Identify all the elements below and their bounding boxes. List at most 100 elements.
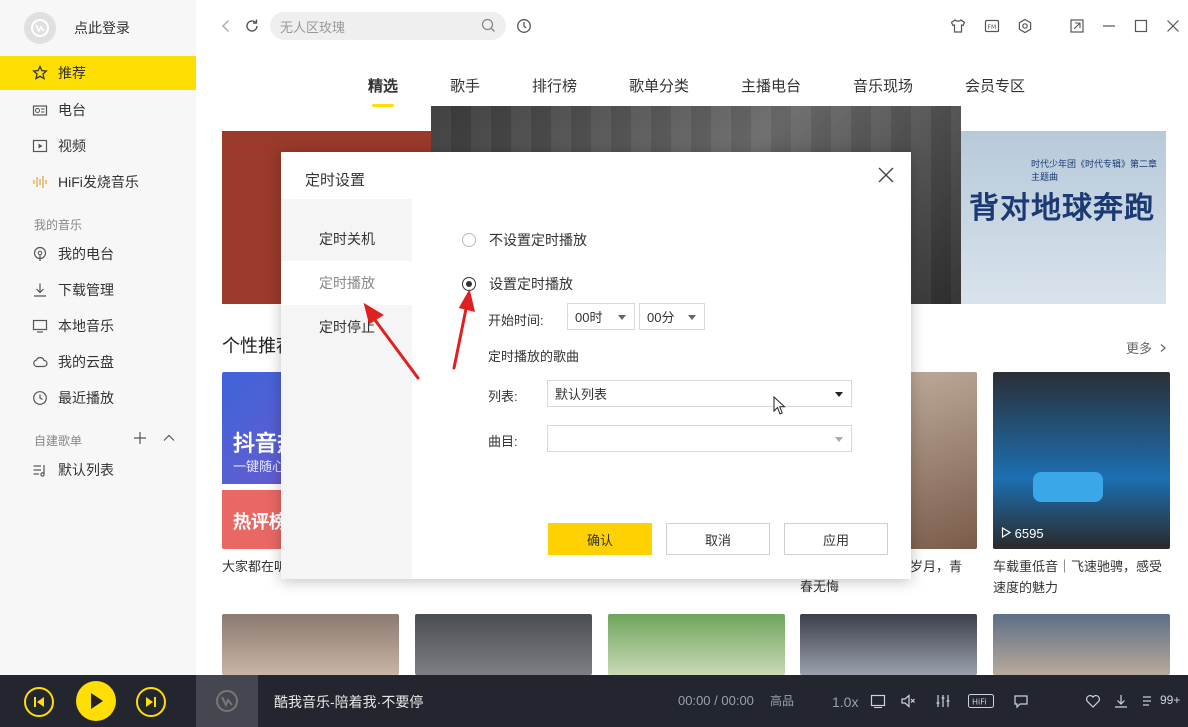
- now-playing-title[interactable]: 酷我音乐-陪着我·不要停: [274, 692, 423, 712]
- settings-icon[interactable]: [1015, 16, 1035, 36]
- hour-select[interactable]: 00时: [567, 303, 635, 330]
- recognize-music-icon[interactable]: [514, 16, 534, 36]
- card-4-caption-1[interactable]: 岁月，青: [910, 556, 962, 577]
- login-link[interactable]: 点此登录: [74, 18, 130, 38]
- equalizer-icon[interactable]: [934, 692, 952, 710]
- refresh-icon[interactable]: [242, 16, 262, 36]
- sidebar-item-label: HiFi发烧音乐: [58, 174, 139, 190]
- sidebar-item-label: 本地音乐: [58, 318, 114, 334]
- collapse-icon[interactable]: [162, 431, 176, 448]
- close-icon[interactable]: [877, 166, 895, 184]
- tab-anchor-radio[interactable]: 主播电台: [741, 75, 801, 96]
- logo-icon: [216, 690, 238, 712]
- side-item-timed-stop[interactable]: 定时停止: [281, 305, 412, 349]
- sidebar-item-local-music[interactable]: 本地音乐: [0, 309, 196, 343]
- quality-selector[interactable]: 高品: [770, 692, 794, 709]
- side-item-timed-play[interactable]: 定时播放: [281, 261, 412, 305]
- album-thumbnail[interactable]: [196, 675, 258, 727]
- sidebar-item-my-radio[interactable]: 我的电台: [0, 237, 196, 271]
- sidebar-item-label: 视频: [58, 138, 86, 154]
- comment-icon[interactable]: [1012, 692, 1030, 710]
- sidebar-item-label: 电台: [58, 102, 86, 118]
- side-item-timed-shutdown[interactable]: 定时关机: [281, 217, 412, 261]
- tab-vip[interactable]: 会员专区: [965, 75, 1025, 96]
- avatar[interactable]: [24, 12, 56, 44]
- chevron-down-icon: [618, 315, 626, 320]
- track-label: 曲目:: [488, 434, 518, 449]
- sidebar-item-downloads[interactable]: 下载管理: [0, 273, 196, 307]
- maximize-icon[interactable]: [1131, 16, 1151, 36]
- card-row2-4[interactable]: [800, 614, 977, 675]
- sidebar-item-recommend[interactable]: 推荐: [0, 56, 196, 90]
- star-icon: [32, 65, 48, 81]
- speed-button[interactable]: 1.0x: [832, 694, 858, 710]
- download-icon[interactable]: [1112, 692, 1130, 710]
- card-row2-5[interactable]: [993, 614, 1170, 675]
- fm-icon[interactable]: FM: [982, 16, 1002, 36]
- tab-live[interactable]: 音乐现场: [853, 75, 913, 96]
- main-tabs: 精选 歌手 排行榜 歌单分类 主播电台 音乐现场 会员专区: [196, 70, 1188, 110]
- card-row2-1[interactable]: [222, 614, 399, 675]
- option-no-timer[interactable]: 不设置定时播放: [462, 230, 587, 250]
- apply-button[interactable]: 应用: [784, 523, 888, 555]
- next-icon: [146, 697, 156, 707]
- card-1-caption[interactable]: 大家都在听: [222, 556, 287, 577]
- search-placeholder: 无人区玫瑰: [280, 19, 346, 35]
- mini-player-icon[interactable]: [869, 692, 887, 710]
- hifi-icon[interactable]: HiFi: [968, 692, 994, 710]
- previous-button[interactable]: [24, 687, 54, 717]
- like-icon[interactable]: [1084, 692, 1102, 710]
- songs-label: 定时播放的歌曲: [488, 349, 580, 364]
- player-bar: 酷我音乐-陪着我·不要停 00:00 / 00:00 高品 1.0x HiFi …: [0, 675, 1188, 727]
- mouse-cursor-icon: [773, 395, 787, 419]
- card-row2-2[interactable]: [415, 614, 592, 675]
- radio-set-timer[interactable]: [462, 277, 476, 291]
- tab-playlist-categories[interactable]: 歌单分类: [629, 75, 689, 96]
- confirm-button[interactable]: 确认: [548, 523, 652, 555]
- previous-icon: [34, 697, 44, 707]
- more-link[interactable]: 更多: [1126, 338, 1168, 357]
- volume-mute-icon[interactable]: [899, 692, 917, 710]
- card-5-caption[interactable]: 车载重低音｜飞速驰骋，感受速度的魅力: [993, 556, 1173, 598]
- play-count: 6595: [1001, 526, 1044, 541]
- sidebar-item-hifi[interactable]: HiFi发烧音乐: [0, 165, 196, 199]
- radio-no-timer[interactable]: [462, 233, 476, 247]
- sidebar-item-label: 我的云盘: [58, 354, 114, 370]
- cloud-icon: [32, 354, 48, 370]
- sidebar-item-recent[interactable]: 最近播放: [0, 381, 196, 415]
- add-playlist-icon[interactable]: [133, 431, 147, 448]
- banner-right[interactable]: 时代少年团《时代专辑》第二章 主题曲 背对地球奔跑: [961, 131, 1166, 304]
- playlist-queue-icon[interactable]: [1140, 692, 1158, 710]
- queue-count: 99+: [1160, 693, 1181, 707]
- chevron-down-icon: [835, 392, 843, 397]
- dialog-title: 定时设置: [305, 172, 366, 189]
- list-select[interactable]: 默认列表: [547, 380, 852, 407]
- close-window-icon[interactable]: [1163, 16, 1183, 36]
- cancel-button[interactable]: 取消: [666, 523, 770, 555]
- minute-select[interactable]: 00分: [639, 303, 705, 330]
- tab-singers[interactable]: 歌手: [450, 75, 480, 96]
- mini-mode-icon[interactable]: [1067, 16, 1087, 36]
- option-set-timer[interactable]: 设置定时播放: [462, 274, 573, 294]
- search-icon[interactable]: [481, 18, 496, 36]
- search-input[interactable]: 无人区玫瑰: [270, 12, 506, 40]
- sidebar-item-radio[interactable]: 电台: [0, 93, 196, 127]
- tab-featured[interactable]: 精选: [368, 75, 398, 96]
- tab-charts[interactable]: 排行榜: [532, 75, 577, 96]
- skin-icon[interactable]: [948, 16, 968, 36]
- login-area[interactable]: 点此登录: [24, 10, 130, 46]
- sidebar-item-cloud[interactable]: 我的云盘: [0, 345, 196, 379]
- next-button[interactable]: [136, 687, 166, 717]
- card-row2-3[interactable]: [608, 614, 785, 675]
- sidebar-item-label: 推荐: [58, 65, 86, 81]
- play-button[interactable]: [76, 681, 116, 721]
- card-4-caption-2[interactable]: 春无悔: [800, 576, 839, 597]
- sidebar-item-video[interactable]: 视频: [0, 129, 196, 163]
- chevron-down-icon: [688, 315, 696, 320]
- card-5[interactable]: 6595: [993, 372, 1170, 549]
- back-icon[interactable]: [216, 16, 236, 36]
- logo-icon: [31, 19, 49, 37]
- track-select[interactable]: [547, 425, 852, 452]
- minimize-icon[interactable]: [1099, 16, 1119, 36]
- sidebar-item-default-list[interactable]: 默认列表: [0, 453, 196, 487]
